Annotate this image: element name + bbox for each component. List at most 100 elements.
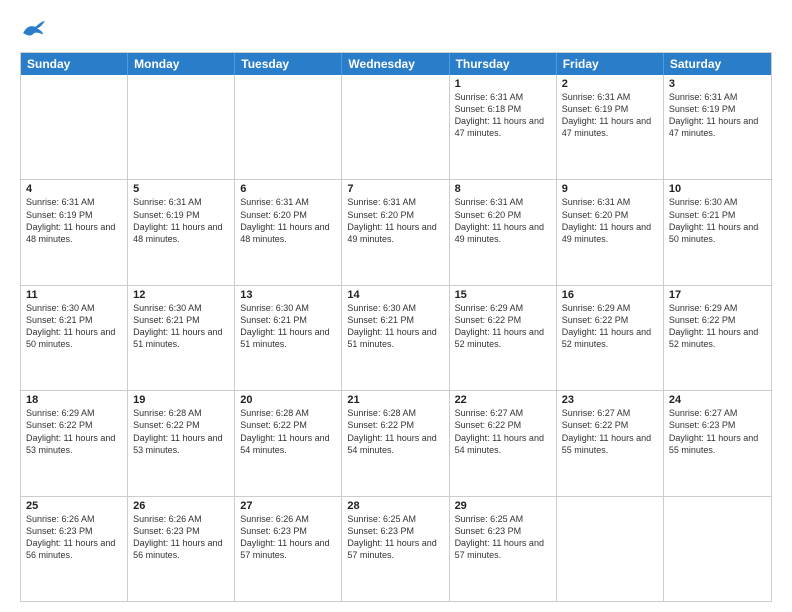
- logo-bird-icon: [20, 16, 48, 44]
- day-cell-7: 7Sunrise: 6:31 AMSunset: 6:20 PMDaylight…: [342, 180, 449, 284]
- day-info: Sunrise: 6:30 AMSunset: 6:21 PMDaylight:…: [240, 302, 336, 351]
- day-number: 5: [133, 183, 229, 195]
- day-cell-12: 12Sunrise: 6:30 AMSunset: 6:21 PMDayligh…: [128, 286, 235, 390]
- day-cell-5: 5Sunrise: 6:31 AMSunset: 6:19 PMDaylight…: [128, 180, 235, 284]
- day-cell-9: 9Sunrise: 6:31 AMSunset: 6:20 PMDaylight…: [557, 180, 664, 284]
- day-number: 21: [347, 394, 443, 406]
- day-info: Sunrise: 6:25 AMSunset: 6:23 PMDaylight:…: [455, 513, 551, 562]
- day-number: 10: [669, 183, 766, 195]
- header: [20, 16, 772, 44]
- empty-cell: [128, 75, 235, 179]
- day-cell-2: 2Sunrise: 6:31 AMSunset: 6:19 PMDaylight…: [557, 75, 664, 179]
- day-cell-8: 8Sunrise: 6:31 AMSunset: 6:20 PMDaylight…: [450, 180, 557, 284]
- calendar-row-1: 4Sunrise: 6:31 AMSunset: 6:19 PMDaylight…: [21, 179, 771, 284]
- day-info: Sunrise: 6:31 AMSunset: 6:20 PMDaylight:…: [455, 196, 551, 245]
- day-info: Sunrise: 6:31 AMSunset: 6:20 PMDaylight:…: [347, 196, 443, 245]
- day-number: 14: [347, 289, 443, 301]
- day-info: Sunrise: 6:25 AMSunset: 6:23 PMDaylight:…: [347, 513, 443, 562]
- empty-cell: [664, 497, 771, 601]
- day-info: Sunrise: 6:31 AMSunset: 6:20 PMDaylight:…: [240, 196, 336, 245]
- day-number: 6: [240, 183, 336, 195]
- calendar-row-2: 11Sunrise: 6:30 AMSunset: 6:21 PMDayligh…: [21, 285, 771, 390]
- day-number: 4: [26, 183, 122, 195]
- day-number: 20: [240, 394, 336, 406]
- day-number: 13: [240, 289, 336, 301]
- empty-cell: [21, 75, 128, 179]
- calendar-header-sunday: Sunday: [21, 53, 128, 75]
- day-info: Sunrise: 6:30 AMSunset: 6:21 PMDaylight:…: [347, 302, 443, 351]
- day-cell-14: 14Sunrise: 6:30 AMSunset: 6:21 PMDayligh…: [342, 286, 449, 390]
- day-cell-15: 15Sunrise: 6:29 AMSunset: 6:22 PMDayligh…: [450, 286, 557, 390]
- day-info: Sunrise: 6:26 AMSunset: 6:23 PMDaylight:…: [240, 513, 336, 562]
- day-number: 2: [562, 78, 658, 90]
- day-info: Sunrise: 6:29 AMSunset: 6:22 PMDaylight:…: [26, 407, 122, 456]
- calendar-header-saturday: Saturday: [664, 53, 771, 75]
- empty-cell: [342, 75, 449, 179]
- day-cell-17: 17Sunrise: 6:29 AMSunset: 6:22 PMDayligh…: [664, 286, 771, 390]
- day-info: Sunrise: 6:31 AMSunset: 6:19 PMDaylight:…: [669, 91, 766, 140]
- day-cell-1: 1Sunrise: 6:31 AMSunset: 6:18 PMDaylight…: [450, 75, 557, 179]
- day-info: Sunrise: 6:27 AMSunset: 6:23 PMDaylight:…: [669, 407, 766, 456]
- day-cell-25: 25Sunrise: 6:26 AMSunset: 6:23 PMDayligh…: [21, 497, 128, 601]
- day-number: 24: [669, 394, 766, 406]
- calendar-header-thursday: Thursday: [450, 53, 557, 75]
- day-cell-23: 23Sunrise: 6:27 AMSunset: 6:22 PMDayligh…: [557, 391, 664, 495]
- calendar-header-monday: Monday: [128, 53, 235, 75]
- day-number: 11: [26, 289, 122, 301]
- day-number: 19: [133, 394, 229, 406]
- calendar-header-wednesday: Wednesday: [342, 53, 449, 75]
- day-cell-16: 16Sunrise: 6:29 AMSunset: 6:22 PMDayligh…: [557, 286, 664, 390]
- day-cell-22: 22Sunrise: 6:27 AMSunset: 6:22 PMDayligh…: [450, 391, 557, 495]
- day-info: Sunrise: 6:29 AMSunset: 6:22 PMDaylight:…: [669, 302, 766, 351]
- day-number: 18: [26, 394, 122, 406]
- calendar-header-tuesday: Tuesday: [235, 53, 342, 75]
- day-cell-29: 29Sunrise: 6:25 AMSunset: 6:23 PMDayligh…: [450, 497, 557, 601]
- day-cell-3: 3Sunrise: 6:31 AMSunset: 6:19 PMDaylight…: [664, 75, 771, 179]
- day-cell-11: 11Sunrise: 6:30 AMSunset: 6:21 PMDayligh…: [21, 286, 128, 390]
- day-number: 17: [669, 289, 766, 301]
- calendar: SundayMondayTuesdayWednesdayThursdayFrid…: [20, 52, 772, 602]
- day-number: 7: [347, 183, 443, 195]
- calendar-header-friday: Friday: [557, 53, 664, 75]
- day-info: Sunrise: 6:31 AMSunset: 6:19 PMDaylight:…: [26, 196, 122, 245]
- day-cell-21: 21Sunrise: 6:28 AMSunset: 6:22 PMDayligh…: [342, 391, 449, 495]
- day-info: Sunrise: 6:27 AMSunset: 6:22 PMDaylight:…: [562, 407, 658, 456]
- day-info: Sunrise: 6:31 AMSunset: 6:19 PMDaylight:…: [133, 196, 229, 245]
- day-cell-24: 24Sunrise: 6:27 AMSunset: 6:23 PMDayligh…: [664, 391, 771, 495]
- day-number: 1: [455, 78, 551, 90]
- day-info: Sunrise: 6:26 AMSunset: 6:23 PMDaylight:…: [133, 513, 229, 562]
- day-info: Sunrise: 6:30 AMSunset: 6:21 PMDaylight:…: [26, 302, 122, 351]
- day-info: Sunrise: 6:29 AMSunset: 6:22 PMDaylight:…: [562, 302, 658, 351]
- day-info: Sunrise: 6:28 AMSunset: 6:22 PMDaylight:…: [240, 407, 336, 456]
- day-cell-26: 26Sunrise: 6:26 AMSunset: 6:23 PMDayligh…: [128, 497, 235, 601]
- day-info: Sunrise: 6:31 AMSunset: 6:19 PMDaylight:…: [562, 91, 658, 140]
- calendar-row-3: 18Sunrise: 6:29 AMSunset: 6:22 PMDayligh…: [21, 390, 771, 495]
- day-info: Sunrise: 6:29 AMSunset: 6:22 PMDaylight:…: [455, 302, 551, 351]
- day-number: 16: [562, 289, 658, 301]
- day-number: 8: [455, 183, 551, 195]
- day-cell-28: 28Sunrise: 6:25 AMSunset: 6:23 PMDayligh…: [342, 497, 449, 601]
- day-number: 15: [455, 289, 551, 301]
- day-info: Sunrise: 6:31 AMSunset: 6:18 PMDaylight:…: [455, 91, 551, 140]
- day-number: 26: [133, 500, 229, 512]
- day-number: 23: [562, 394, 658, 406]
- day-cell-6: 6Sunrise: 6:31 AMSunset: 6:20 PMDaylight…: [235, 180, 342, 284]
- day-cell-27: 27Sunrise: 6:26 AMSunset: 6:23 PMDayligh…: [235, 497, 342, 601]
- calendar-body: 1Sunrise: 6:31 AMSunset: 6:18 PMDaylight…: [21, 75, 771, 601]
- day-cell-18: 18Sunrise: 6:29 AMSunset: 6:22 PMDayligh…: [21, 391, 128, 495]
- day-info: Sunrise: 6:30 AMSunset: 6:21 PMDaylight:…: [133, 302, 229, 351]
- day-info: Sunrise: 6:31 AMSunset: 6:20 PMDaylight:…: [562, 196, 658, 245]
- day-number: 3: [669, 78, 766, 90]
- day-cell-4: 4Sunrise: 6:31 AMSunset: 6:19 PMDaylight…: [21, 180, 128, 284]
- day-info: Sunrise: 6:28 AMSunset: 6:22 PMDaylight:…: [133, 407, 229, 456]
- day-cell-13: 13Sunrise: 6:30 AMSunset: 6:21 PMDayligh…: [235, 286, 342, 390]
- day-cell-10: 10Sunrise: 6:30 AMSunset: 6:21 PMDayligh…: [664, 180, 771, 284]
- day-number: 9: [562, 183, 658, 195]
- day-info: Sunrise: 6:28 AMSunset: 6:22 PMDaylight:…: [347, 407, 443, 456]
- empty-cell: [557, 497, 664, 601]
- page: SundayMondayTuesdayWednesdayThursdayFrid…: [0, 0, 792, 612]
- day-info: Sunrise: 6:30 AMSunset: 6:21 PMDaylight:…: [669, 196, 766, 245]
- day-number: 27: [240, 500, 336, 512]
- day-info: Sunrise: 6:26 AMSunset: 6:23 PMDaylight:…: [26, 513, 122, 562]
- calendar-row-0: 1Sunrise: 6:31 AMSunset: 6:18 PMDaylight…: [21, 75, 771, 179]
